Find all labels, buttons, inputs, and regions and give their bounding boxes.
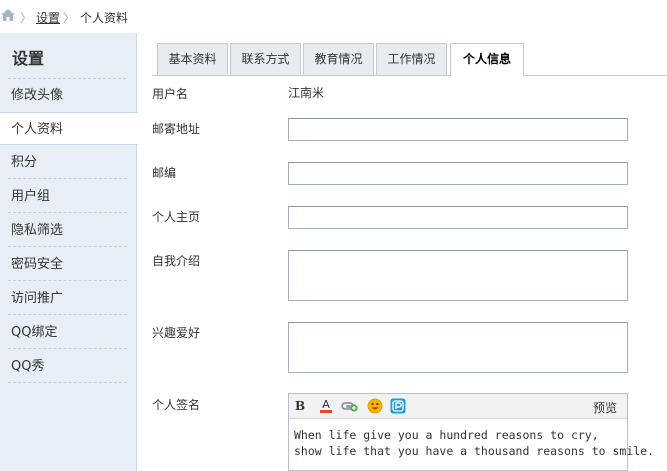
sidebar-item-privacy[interactable]: 隐私筛选 xyxy=(0,214,137,247)
app-icon[interactable] xyxy=(390,398,406,414)
sidebar-item-label: 访问推广 xyxy=(11,291,64,306)
username-label: 用户名 xyxy=(152,87,189,101)
sidebar-item-profile[interactable]: 个人资料 xyxy=(0,112,138,145)
tab-label: 工作情况 xyxy=(387,52,436,66)
sidebar-item-label: QQ绑定 xyxy=(11,325,58,340)
hobby-label: 兴趣爱好 xyxy=(152,326,201,340)
sidebar-item-qq-show[interactable]: QQ秀 xyxy=(0,350,137,383)
sidebar-item-usergroup[interactable]: 用户组 xyxy=(0,180,137,213)
tab-basic[interactable]: 基本资料 xyxy=(157,43,228,75)
zip-label: 邮编 xyxy=(152,166,177,180)
address-label: 邮寄地址 xyxy=(152,122,201,136)
tab-divider xyxy=(152,75,667,76)
breadcrumb-settings-link[interactable]: 设置 xyxy=(36,9,60,26)
sidebar-item-password[interactable]: 密码安全 xyxy=(0,248,137,281)
bold-icon[interactable]: B xyxy=(295,398,311,414)
sidebar-item-avatar[interactable]: 修改头像 xyxy=(0,79,137,112)
sidebar: 设置 修改头像 个人资料 积分 用户组 隐私筛选 密码安全 访问推广 QQ绑定 … xyxy=(0,33,138,471)
sidebar-item-label: 积分 xyxy=(11,155,38,170)
tab-personal-info[interactable]: 个人信息 xyxy=(450,43,524,76)
tab-label: 基本资料 xyxy=(168,52,217,66)
font-color-icon[interactable]: A xyxy=(318,398,334,414)
preview-button[interactable]: 预览 xyxy=(593,399,617,416)
tab-label: 个人信息 xyxy=(462,52,511,66)
bio-label: 自我介绍 xyxy=(152,254,201,268)
sidebar-item-label: QQ秀 xyxy=(11,359,45,374)
sidebar-item-label: 个人资料 xyxy=(11,122,64,137)
signature-editor: B A 预览 When life give you a hundred reas… xyxy=(288,393,654,471)
address-input[interactable] xyxy=(288,118,628,141)
signature-line: When life give you a hundred reasons to … xyxy=(294,428,599,442)
breadcrumb-separator: 〉 xyxy=(20,11,33,25)
tab-contact[interactable]: 联系方式 xyxy=(230,43,301,75)
signature-text[interactable]: When life give you a hundred reasons to … xyxy=(294,427,654,459)
homepage-input[interactable] xyxy=(288,206,628,229)
username-value: 江南米 xyxy=(288,86,325,100)
hobby-textarea[interactable] xyxy=(288,322,628,373)
breadcrumb-separator: 〉 xyxy=(63,11,76,25)
sidebar-item-label: 密码安全 xyxy=(11,257,64,272)
tab-label: 联系方式 xyxy=(241,52,290,66)
sidebar-item-promotion[interactable]: 访问推广 xyxy=(0,282,137,315)
tab-label: 教育情况 xyxy=(314,52,363,66)
sidebar-item-label: 隐私筛选 xyxy=(11,223,64,238)
sidebar-title: 设置 xyxy=(12,49,45,68)
breadcrumb-current: 个人资料 xyxy=(80,11,129,25)
bio-textarea[interactable] xyxy=(288,250,628,301)
signature-toolbar: B A 预览 xyxy=(289,394,627,419)
sidebar-item-label: 修改头像 xyxy=(11,88,64,103)
breadcrumb: 〉 设置 〉 个人资料 xyxy=(0,0,667,33)
sidebar-item-qq-bind[interactable]: QQ绑定 xyxy=(0,316,137,349)
tab-work[interactable]: 工作情况 xyxy=(376,43,447,75)
sidebar-item-label: 用户组 xyxy=(11,189,51,204)
sidebar-item-credits[interactable]: 积分 xyxy=(0,146,137,179)
home-icon[interactable] xyxy=(1,9,15,21)
homepage-label: 个人主页 xyxy=(152,210,201,224)
link-icon[interactable] xyxy=(341,398,358,414)
signature-line: show life that you have a thousand reaso… xyxy=(294,444,655,458)
signature-label: 个人签名 xyxy=(152,398,201,412)
tab-education[interactable]: 教育情况 xyxy=(303,43,374,75)
zip-input[interactable] xyxy=(288,162,628,185)
emoji-icon[interactable] xyxy=(367,398,383,414)
